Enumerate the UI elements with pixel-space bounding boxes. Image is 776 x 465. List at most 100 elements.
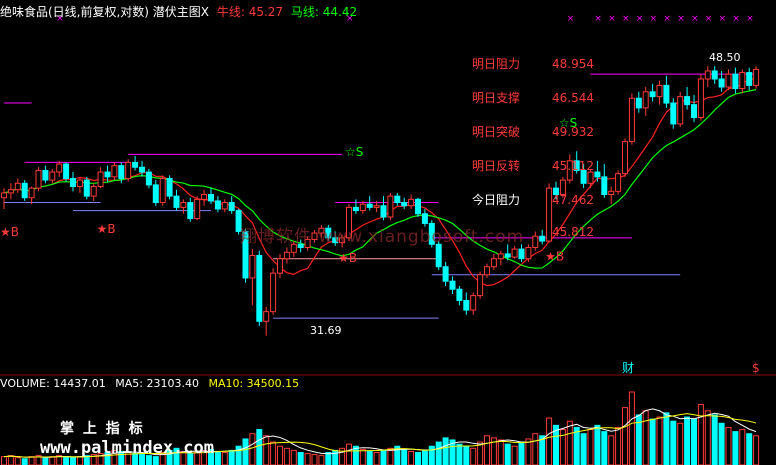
level-value: 45.112 bbox=[552, 159, 594, 173]
volume-bar bbox=[28, 456, 35, 465]
candlestick-series bbox=[1, 66, 760, 336]
volume-bar bbox=[366, 450, 373, 465]
candle-body bbox=[725, 73, 732, 88]
top-cross-marker: × bbox=[650, 14, 658, 24]
volume-bar bbox=[408, 450, 415, 465]
sell-signal: ☆S bbox=[345, 145, 363, 159]
volume-bar bbox=[21, 458, 28, 465]
candle-body bbox=[90, 186, 97, 197]
volume-bar bbox=[290, 449, 297, 465]
candle-body bbox=[497, 253, 504, 260]
dividend-marker: $ bbox=[752, 361, 760, 375]
candle-body bbox=[76, 179, 83, 187]
candle-body bbox=[449, 280, 456, 290]
volume-bar bbox=[214, 450, 221, 465]
niu-line-value: 牛线: 45.27 bbox=[216, 5, 284, 19]
niu-line bbox=[3, 77, 757, 287]
candle-body bbox=[56, 163, 63, 173]
candle-body bbox=[359, 203, 366, 212]
volume-bar bbox=[318, 455, 325, 465]
volume-bar bbox=[304, 453, 311, 465]
candle-body bbox=[180, 202, 187, 208]
candle-body bbox=[152, 184, 159, 204]
volume-bar bbox=[691, 418, 697, 465]
candle-body bbox=[263, 311, 270, 322]
volume-bar bbox=[663, 412, 670, 465]
candle-body bbox=[684, 96, 691, 106]
candle-body bbox=[470, 295, 477, 311]
candle-body bbox=[642, 91, 649, 109]
volume-bar bbox=[739, 429, 746, 465]
volume-bar bbox=[670, 420, 677, 465]
volume-bar bbox=[697, 404, 704, 465]
candle-body bbox=[677, 96, 684, 125]
candle-body bbox=[628, 97, 635, 143]
volume-bar bbox=[415, 451, 421, 465]
top-cross-marker: × bbox=[719, 14, 727, 24]
level-row: 明日阻力 48.954 bbox=[472, 55, 594, 72]
top-cross-marker: × bbox=[705, 14, 713, 24]
candle-body bbox=[697, 78, 704, 118]
candle-body bbox=[518, 248, 525, 260]
buy-signal: ★B bbox=[97, 222, 116, 236]
volume-bar bbox=[484, 435, 490, 465]
support-resistance-lines bbox=[4, 73, 757, 319]
candle-body bbox=[366, 203, 373, 208]
candle-body bbox=[484, 266, 490, 276]
volume-bar bbox=[525, 438, 532, 465]
candle-body bbox=[139, 166, 145, 173]
chart-title-text: 绝味食品(日线,前复权,对数) 潜伏主图X bbox=[0, 5, 210, 19]
candle-body bbox=[42, 169, 49, 181]
volume-bar bbox=[442, 437, 449, 465]
volume-bar bbox=[249, 433, 256, 465]
candle-body bbox=[670, 102, 677, 125]
buy-signal: ★B bbox=[338, 251, 357, 265]
candle-body bbox=[97, 171, 104, 188]
candle-body bbox=[1, 192, 7, 199]
volume-bar bbox=[7, 455, 14, 465]
top-cross-marker: × bbox=[677, 14, 685, 24]
candle-body bbox=[663, 84, 670, 104]
volume-bar bbox=[649, 418, 656, 465]
volume-bar bbox=[42, 457, 49, 465]
volume-bar bbox=[615, 426, 622, 465]
ma5-value: MA5: 23103.40 bbox=[115, 377, 199, 390]
volume-bar bbox=[642, 410, 649, 465]
candle-body bbox=[615, 173, 622, 192]
volume-bar bbox=[573, 426, 580, 465]
candle-body bbox=[435, 243, 442, 268]
candle-body bbox=[63, 163, 70, 179]
top-cross-marker: × bbox=[636, 14, 644, 24]
candle-body bbox=[166, 177, 173, 197]
candle-body bbox=[277, 258, 283, 274]
candle-body bbox=[691, 104, 697, 118]
candle-body bbox=[718, 78, 725, 88]
volume-bar bbox=[704, 410, 711, 465]
top-cross-marker: × bbox=[746, 14, 754, 24]
candle-body bbox=[145, 171, 152, 186]
volume-bar bbox=[656, 416, 663, 465]
volume-bar bbox=[601, 431, 608, 465]
volume-bar bbox=[256, 429, 263, 465]
volume-value: VOLUME: 14437.01 bbox=[0, 377, 106, 390]
candle-body bbox=[649, 91, 656, 98]
volume-bar bbox=[753, 435, 760, 465]
volume-bar bbox=[518, 441, 525, 465]
volume-bar bbox=[359, 448, 366, 465]
candle-body bbox=[711, 70, 718, 80]
candle-body bbox=[249, 255, 256, 279]
volume-bar bbox=[325, 451, 332, 465]
watermark: 翔博软件 www.xiangbosoft.com bbox=[240, 227, 525, 247]
top-cross-marker: × bbox=[663, 14, 671, 24]
volume-bar bbox=[504, 443, 511, 465]
volume-bar bbox=[587, 429, 594, 465]
candle-body bbox=[173, 195, 180, 208]
candle-body bbox=[70, 177, 76, 188]
volume-bar bbox=[221, 451, 228, 465]
candle-body bbox=[656, 84, 663, 98]
volume-bar bbox=[1, 456, 7, 465]
top-cross-marker: × bbox=[622, 14, 630, 24]
candle-body bbox=[504, 253, 511, 258]
candle-body bbox=[753, 68, 760, 86]
top-cross-marker: × bbox=[691, 14, 699, 24]
